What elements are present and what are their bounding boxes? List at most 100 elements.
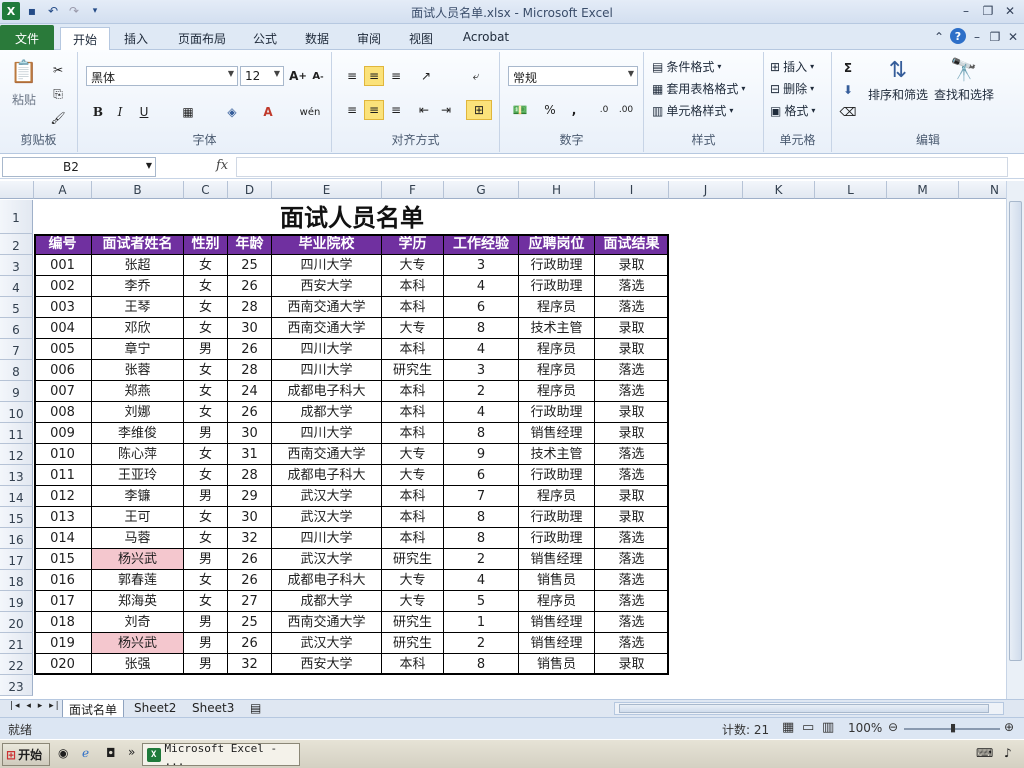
align-middle-icon[interactable]: ≡ [364,66,384,86]
start-button[interactable]: ⊞ 开始 [2,743,50,766]
table-cell[interactable]: 郭春莲 [92,570,184,591]
table-cell[interactable]: 落选 [595,465,669,486]
table-cell[interactable]: 012 [34,486,92,507]
sheet-title[interactable]: 面试人员名单 [34,200,670,234]
table-cell[interactable]: 马蓉 [92,528,184,549]
table-cell[interactable]: 成都电子科大 [272,570,382,591]
table-cell[interactable]: 007 [34,381,92,402]
table-cell[interactable]: 男 [184,423,228,444]
scroll-thumb[interactable] [1009,201,1022,661]
table-cell[interactable]: 大专 [382,318,444,339]
table-cell[interactable]: 西南交通大学 [272,444,382,465]
column-header[interactable]: L [815,181,887,199]
table-cell[interactable]: 程序员 [519,486,595,507]
fill-icon[interactable]: ⬇ [838,80,858,100]
row-header[interactable]: 8 [0,360,33,381]
table-cell[interactable]: 成都大学 [272,402,382,423]
table-cell[interactable]: 落选 [595,570,669,591]
delete-cells-button[interactable]: ⊟ 删除 ▾ [770,80,814,97]
table-cell[interactable]: 四川大学 [272,360,382,381]
table-cell[interactable]: 程序员 [519,381,595,402]
table-cell[interactable]: 005 [34,339,92,360]
font-name-select[interactable]: 黑体 ▼ [86,66,238,86]
more-icon[interactable]: » [128,745,135,759]
cell-styles-button[interactable]: ▥ 单元格样式 ▾ [652,102,733,119]
table-cell[interactable]: 男 [184,486,228,507]
table-cell[interactable]: 4 [444,402,519,423]
table-cell[interactable]: 8 [444,423,519,444]
increase-indent-icon[interactable]: ⇥ [436,100,456,120]
phonetic-icon[interactable]: wén [300,102,321,122]
clear-icon[interactable]: ⌫ [838,102,858,122]
tab-home[interactable]: 开始 [60,27,110,51]
table-cell[interactable]: 录取 [595,423,669,444]
table-cell[interactable]: 女 [184,381,228,402]
tab-data[interactable]: 数据 [296,27,338,50]
zoom-level[interactable]: 100% [848,721,882,735]
table-cell[interactable]: 武汉大学 [272,549,382,570]
sheet-tab[interactable]: Sheet2 [128,700,182,718]
borders-icon[interactable]: ▦ [178,102,198,122]
currency-icon[interactable]: 💵 [510,100,530,120]
table-cell[interactable]: 4 [444,570,519,591]
column-header[interactable]: D [228,181,272,199]
table-cell[interactable]: 女 [184,402,228,423]
row-header[interactable]: 17 [0,549,33,570]
tab-acrobat[interactable]: Acrobat [454,27,518,50]
table-cell[interactable]: 录取 [595,402,669,423]
column-header[interactable]: J [669,181,743,199]
row-header[interactable]: 14 [0,486,33,507]
font-size-select[interactable]: 12 ▼ [240,66,284,86]
grow-font-icon[interactable]: A + [288,66,308,86]
insert-cells-button[interactable]: ⊞ 插入 ▾ [770,58,814,75]
column-header[interactable]: B [92,181,184,199]
format-painter-icon[interactable]: 🖌 [48,108,68,128]
table-cell[interactable]: 程序员 [519,339,595,360]
page-break-view-icon[interactable]: ▥ [822,720,834,735]
table-cell[interactable]: 013 [34,507,92,528]
table-cell[interactable]: 研究生 [382,549,444,570]
table-cell[interactable]: 002 [34,276,92,297]
table-cell[interactable]: 5 [444,591,519,612]
table-cell[interactable]: 行政助理 [519,465,595,486]
table-cell[interactable]: 30 [228,318,272,339]
table-cell[interactable]: 西南交通大学 [272,297,382,318]
table-cell[interactable]: 2 [444,633,519,654]
table-cell[interactable]: 019 [34,633,92,654]
table-cell[interactable]: 技术主管 [519,444,595,465]
sheet-tab[interactable]: 面试名单 [62,700,125,718]
table-cell[interactable]: 大专 [382,465,444,486]
insert-sheet-icon[interactable]: ▤ [244,700,267,718]
row-header[interactable]: 16 [0,528,33,549]
table-header-cell[interactable]: 编号 [34,234,92,255]
row-header[interactable]: 19 [0,591,33,612]
align-center-icon[interactable]: ≡ [364,100,384,120]
formula-input[interactable] [236,157,1008,177]
help-icon[interactable]: ? [950,28,966,44]
table-cell[interactable]: 郑燕 [92,381,184,402]
table-cell[interactable]: 销售经理 [519,423,595,444]
table-cell[interactable]: 本科 [382,339,444,360]
table-cell[interactable]: 020 [34,654,92,675]
format-cells-button[interactable]: ▣ 格式 ▾ [770,102,815,119]
insert-function-icon[interactable]: fx [216,158,228,173]
close-icon[interactable]: ✕ [1000,2,1020,20]
row-header[interactable]: 9 [0,381,33,402]
table-cell[interactable]: 1 [444,612,519,633]
table-cell[interactable]: 2 [444,381,519,402]
row-header[interactable]: 7 [0,339,33,360]
table-cell[interactable]: 8 [444,318,519,339]
table-header-cell[interactable]: 性别 [184,234,228,255]
sheet-tab[interactable]: Sheet3 [186,700,240,718]
table-cell[interactable]: 大专 [382,255,444,276]
table-cell[interactable]: 本科 [382,402,444,423]
table-cell[interactable]: 销售经理 [519,612,595,633]
table-cell[interactable]: 邓欣 [92,318,184,339]
speaker-icon[interactable]: ♪ [1004,746,1012,760]
table-cell[interactable]: 26 [228,549,272,570]
table-header-cell[interactable]: 面试结果 [595,234,669,255]
table-cell[interactable]: 9 [444,444,519,465]
table-cell[interactable]: 录取 [595,339,669,360]
table-cell[interactable]: 本科 [382,486,444,507]
tab-insert[interactable]: 插入 [114,27,158,50]
